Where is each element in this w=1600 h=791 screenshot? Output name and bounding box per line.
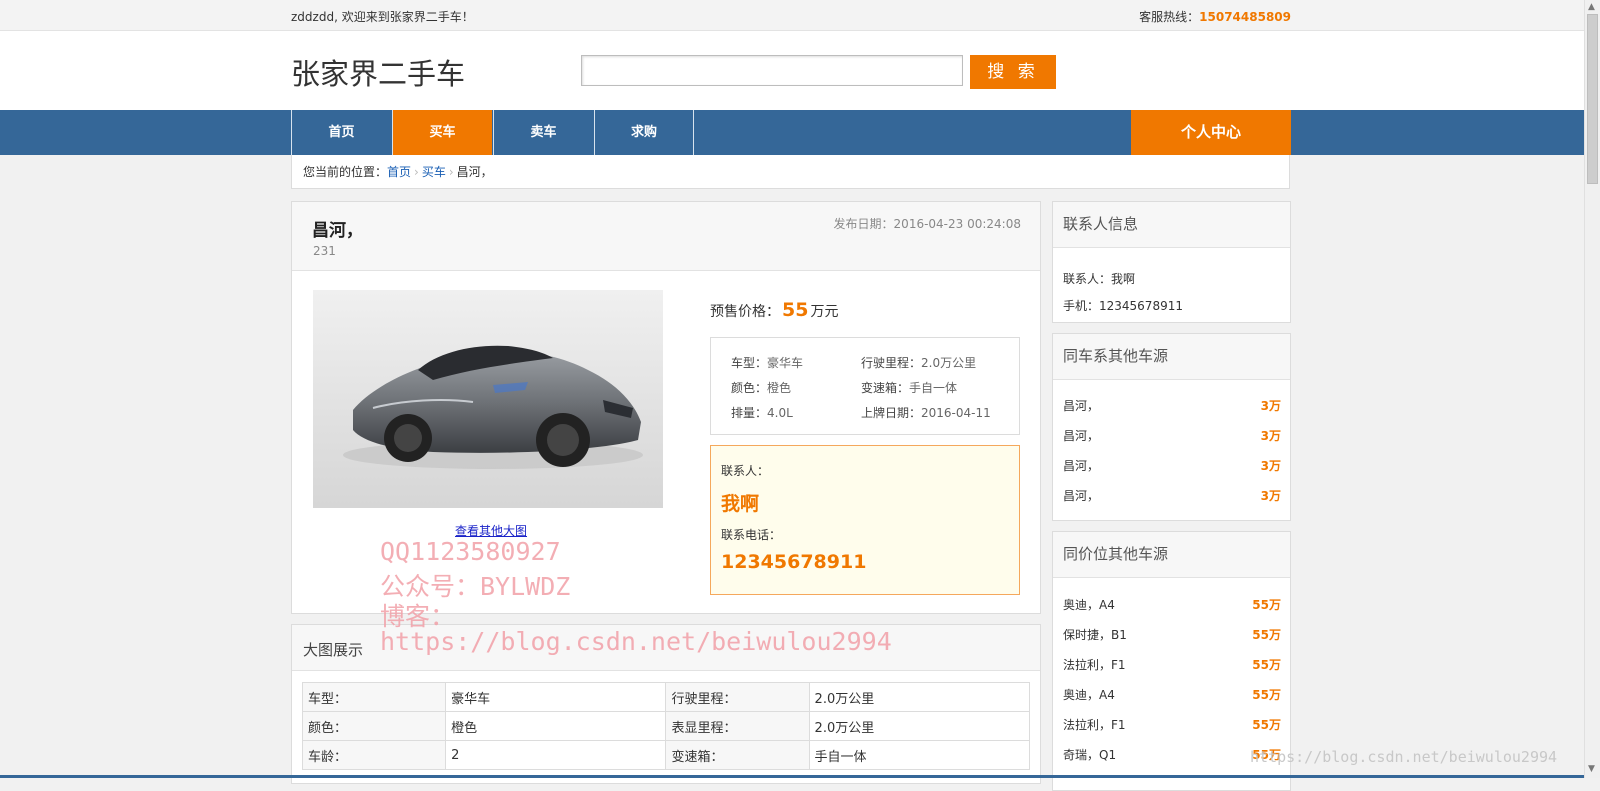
- price-unit: 万元: [810, 304, 839, 320]
- table-cell: 车龄：: [301, 740, 447, 770]
- list-item[interactable]: 法拉利，F1 55万: [1063, 656, 1281, 673]
- list-item[interactable]: 奥迪，A4 55万: [1063, 686, 1281, 703]
- nav-wanted[interactable]: 求购: [594, 110, 694, 155]
- spec-color: 颜色：橙色: [731, 381, 792, 395]
- price-label: 预售价格：: [710, 304, 780, 320]
- list-item[interactable]: 保时捷，B1 55万: [1063, 626, 1281, 643]
- hotline: 客服热线：15074485809: [1139, 8, 1291, 25]
- side-same-series-title: 同车系其他车源: [1053, 334, 1290, 380]
- table-cell: 表显里程：: [665, 711, 810, 741]
- welcome-text: zddzdd, 欢迎来到张家界二手车！: [291, 10, 474, 24]
- table-row: 车龄： 2 变速箱： 手自一体: [301, 740, 1031, 770]
- nav-sell[interactable]: 卖车: [493, 110, 593, 155]
- table-cell: 手自一体: [808, 740, 1031, 770]
- car-photo[interactable]: [313, 290, 663, 508]
- table-cell: 2: [445, 740, 667, 770]
- table-cell: 豪华车: [445, 682, 667, 712]
- nav-home[interactable]: 首页: [291, 110, 391, 155]
- car-header: 昌河， 231 发布日期：2016-04-23 00:24:08: [292, 202, 1040, 271]
- page-scrollbar[interactable]: ▲ ▼: [1584, 0, 1600, 778]
- side-contact-name: 联系人：我啊: [1063, 272, 1136, 286]
- search-button[interactable]: 搜 索: [970, 55, 1056, 89]
- list-item[interactable]: 法拉利，F1 55万: [1063, 716, 1281, 733]
- car-subtitle: 231: [313, 244, 336, 258]
- list-item[interactable]: 昌河， 3万: [1063, 427, 1281, 444]
- publish-date: 发布日期：2016-04-23 00:24:08: [833, 217, 1021, 231]
- scroll-up-icon[interactable]: ▲: [1588, 2, 1595, 12]
- table-cell: 行驶里程：: [665, 682, 810, 712]
- breadcrumb: 您当前的位置：首页 › 买车 › 昌河，: [291, 155, 1290, 189]
- contact-label: 联系人：: [721, 464, 770, 478]
- table-cell: 变速箱：: [665, 740, 810, 770]
- breadcrumb-current: 昌河，: [456, 165, 493, 179]
- contact-box: 联系人： 我啊 联系电话： 12345678911: [710, 445, 1020, 595]
- spec-gearbox: 变速箱：手自一体: [861, 381, 958, 395]
- table-cell: 车型：: [301, 682, 447, 712]
- car-title: 昌河，: [312, 221, 363, 241]
- watermark-blog-url: https://blog.csdn.net/beiwulou2994: [380, 627, 892, 656]
- header: 张家界二手车 搜 索: [0, 31, 1584, 110]
- list-item[interactable]: 昌河， 3万: [1063, 397, 1281, 414]
- top-bar: zddzdd, 欢迎来到张家界二手车！ 客服热线：15074485809: [0, 0, 1584, 31]
- watermark-corner: https://blog.csdn.net/beiwulou2994: [1250, 748, 1558, 766]
- side-same-price-title: 同价位其他车源: [1053, 532, 1290, 578]
- price-row: 预售价格： 55 万元: [710, 299, 838, 321]
- list-item[interactable]: 奇瑞，Q1 55万: [1063, 746, 1281, 763]
- breadcrumb-prefix: 您当前的位置：: [303, 165, 388, 179]
- spec-displacement: 排量：4.0L: [731, 406, 793, 420]
- table-cell: 2.0万公里: [808, 711, 1031, 741]
- breadcrumb-buy[interactable]: 买车: [422, 165, 446, 179]
- spec-box: 车型：豪华车 行驶里程：2.0万公里 颜色：橙色 变速箱：手自一体 排量：4.0…: [710, 337, 1020, 435]
- table-cell: 颜色：: [301, 711, 447, 741]
- chevron-right-icon: ›: [448, 165, 454, 179]
- hotline-label: 客服热线：: [1139, 10, 1200, 24]
- table-cell: 2.0万公里: [808, 682, 1031, 712]
- side-same-series-panel: 同车系其他车源 昌河， 3万 昌河， 3万 昌河， 3万 昌河， 3万: [1052, 333, 1291, 521]
- spec-mileage: 行驶里程：2.0万公里: [861, 356, 977, 370]
- car-image: [343, 345, 643, 469]
- search-input[interactable]: [581, 55, 963, 86]
- breadcrumb-home[interactable]: 首页: [387, 165, 411, 179]
- list-item[interactable]: 昌河， 3万: [1063, 457, 1281, 474]
- table-cell: 橙色: [445, 711, 667, 741]
- list-item[interactable]: 奥迪，A4 55万: [1063, 596, 1281, 613]
- site-logo[interactable]: 张家界二手车: [291, 51, 465, 93]
- phone-label: 联系电话：: [721, 528, 782, 542]
- hotline-number: 15074485809: [1199, 10, 1291, 24]
- side-contact-phone: 手机：12345678911: [1063, 299, 1183, 313]
- side-contact-panel: 联系人信息 联系人：我啊 手机：12345678911: [1052, 201, 1291, 323]
- nav-buy[interactable]: 买车: [392, 110, 492, 155]
- watermark-qq: QQ1123580927: [380, 537, 561, 566]
- spec-type: 车型：豪华车: [731, 356, 804, 370]
- nav-personal-center[interactable]: 个人中心: [1131, 110, 1291, 155]
- phone-number: 12345678911: [721, 551, 867, 573]
- list-item[interactable]: 昌河， 3万: [1063, 487, 1281, 504]
- scroll-thumb[interactable]: [1587, 14, 1598, 184]
- spec-register-date: 上牌日期：2016-04-11: [861, 406, 991, 420]
- chevron-right-icon: ›: [414, 165, 419, 179]
- big-image-title: 大图展示: [303, 641, 364, 659]
- table-row: 颜色： 橙色 表显里程： 2.0万公里: [301, 711, 1031, 741]
- detail-table: 车型： 豪华车 行驶里程： 2.0万公里 颜色： 橙色 表显里程： 2.0万公里…: [301, 682, 1031, 770]
- scroll-down-icon[interactable]: ▼: [1588, 764, 1595, 774]
- price-value: 55: [782, 299, 809, 321]
- contact-name: 我啊: [721, 493, 760, 515]
- side-contact-title: 联系人信息: [1053, 202, 1290, 248]
- main-nav: 首页 买车 卖车 求购 个人中心: [0, 110, 1584, 155]
- table-row: 车型： 豪华车 行驶里程： 2.0万公里: [301, 682, 1031, 712]
